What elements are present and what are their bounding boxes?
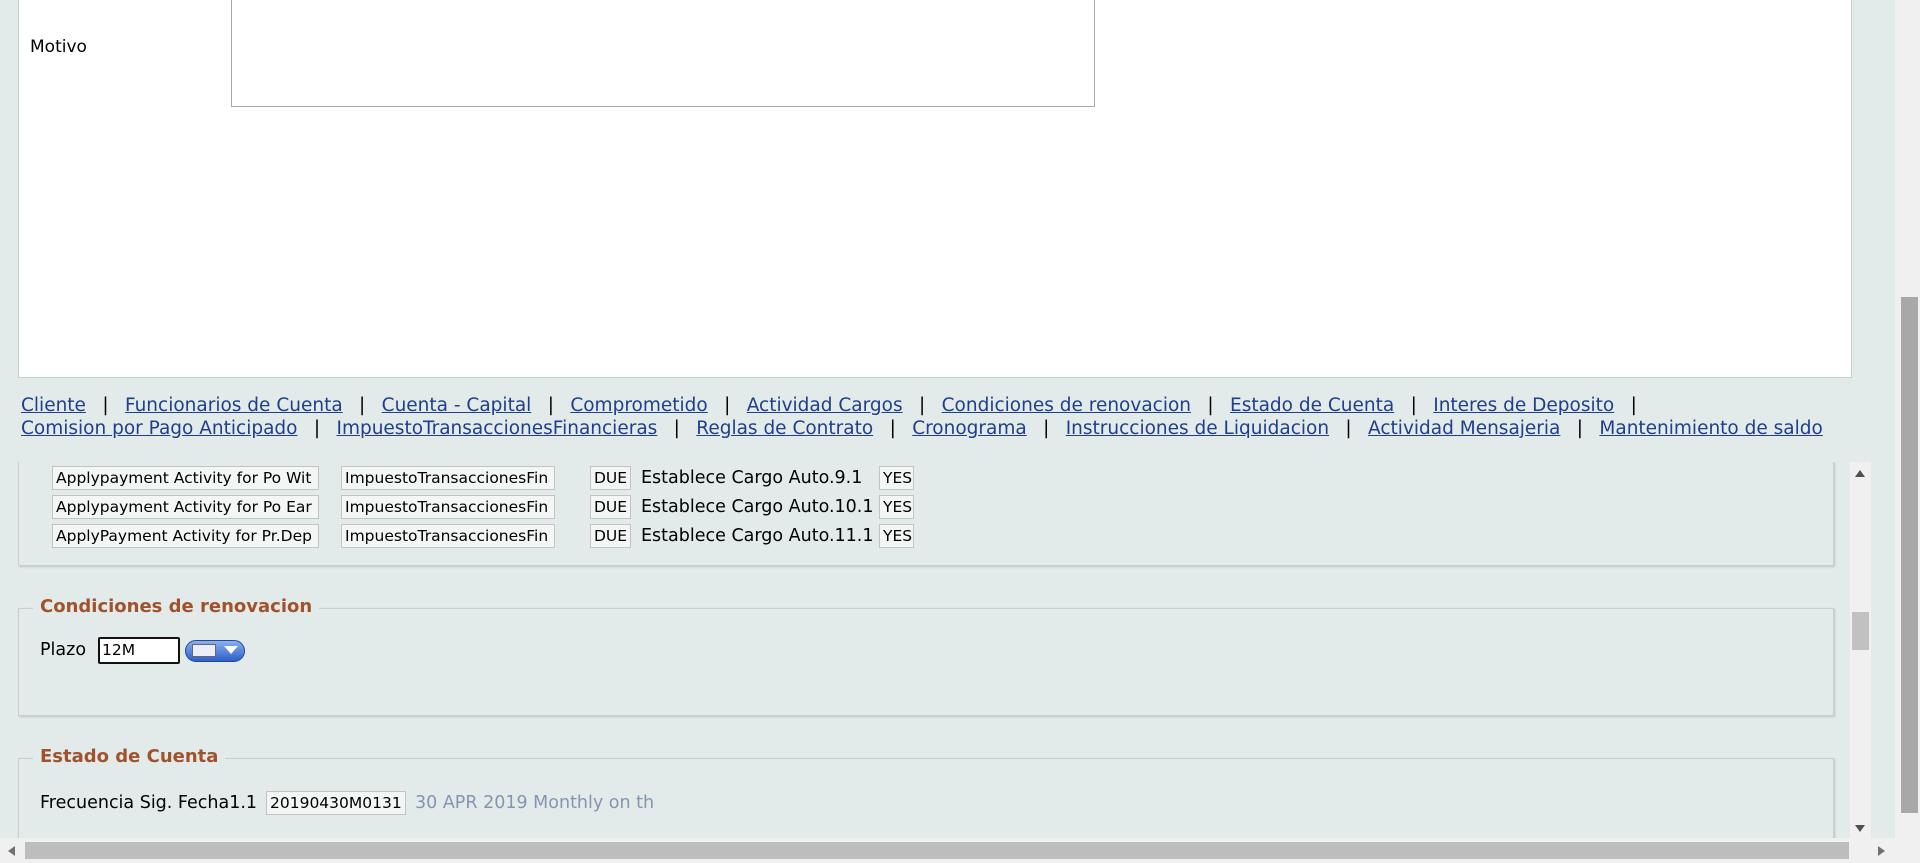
nav-link-estado-cuenta[interactable]: Estado de Cuenta — [1230, 395, 1394, 416]
fee-flag-field[interactable]: YES — [879, 495, 914, 519]
fee-status-field[interactable]: DUE — [590, 466, 631, 490]
fee-cargo-label: Establece Cargo Auto.10.1 — [641, 497, 874, 517]
nav-separator: | — [1630, 395, 1637, 416]
nav-separator: | — [1345, 418, 1352, 439]
inner-vertical-scrollbar[interactable] — [1850, 462, 1871, 838]
fee-status-field[interactable]: DUE — [590, 495, 631, 519]
scroll-up-icon[interactable] — [1855, 470, 1865, 477]
horizontal-scroll-thumb[interactable] — [25, 842, 1849, 859]
nav-link-impuesto[interactable]: ImpuestoTransaccionesFinancieras — [336, 418, 657, 439]
scroll-content: Applypayment Activity for Po Wit Impuest… — [18, 462, 1873, 838]
nav-separator: | — [673, 418, 680, 439]
estado-fieldset: Estado de Cuenta Frecuencia Sig. Fecha1.… — [18, 746, 1834, 838]
nav-link-interes-deposito[interactable]: Interes de Deposito — [1433, 395, 1614, 416]
nav-link-cronograma[interactable]: Cronograma — [912, 418, 1027, 439]
nav-separator: | — [919, 395, 926, 416]
fee-tax-field[interactable]: ImpuestoTransaccionesFin — [341, 466, 555, 490]
nav-link-instrucciones[interactable]: Instrucciones de Liquidacion — [1066, 418, 1329, 439]
fee-activity-field[interactable]: ApplyPayment Activity for Pr.Dep — [52, 524, 319, 548]
estado-legend: Estado de Cuenta — [33, 746, 226, 767]
nav-separator: | — [724, 395, 731, 416]
nav-separator: | — [1043, 418, 1050, 439]
nav-separator: | — [313, 418, 321, 439]
page-vertical-scrollbar[interactable] — [1895, 0, 1920, 863]
fee-cargo-label: Establece Cargo Auto.9.1 — [641, 468, 863, 488]
motivo-textarea[interactable] — [231, 0, 1095, 107]
scroll-down-icon[interactable] — [1855, 825, 1865, 832]
fee-cargo-label: Establece Cargo Auto.11.1 — [641, 526, 874, 546]
fee-flag-field[interactable]: YES — [879, 466, 914, 490]
calendar-dropdown-icon[interactable] — [185, 640, 245, 662]
nav-separator: | — [102, 395, 109, 416]
section-nav: Cliente | Funcionarios de Cuenta | Cuenta - … — [21, 394, 1851, 440]
chevron-down-icon — [224, 646, 238, 654]
nav-link-comision[interactable]: Comision por Pago Anticipado — [21, 418, 297, 439]
nav-link-funcionarios[interactable]: Funcionarios de Cuenta — [125, 395, 343, 416]
plazo-label: Plazo — [40, 640, 87, 660]
motivo-panel: Motivo — [18, 0, 1852, 378]
frecuencia-description: 30 APR 2019 Monthly on th — [415, 793, 655, 813]
calendar-icon — [192, 644, 216, 657]
nav-separator: | — [547, 395, 554, 416]
nav-link-actividad-cargos[interactable]: Actividad Cargos — [747, 395, 903, 416]
fee-status-field[interactable]: DUE — [590, 524, 631, 548]
fee-activity-field[interactable]: Applypayment Activity for Po Ear — [52, 495, 319, 519]
nav-link-mensajeria[interactable]: Actividad Mensajeria — [1368, 418, 1560, 439]
nav-link-comprometido[interactable]: Comprometido — [570, 395, 707, 416]
nav-separator: | — [1207, 395, 1214, 416]
fees-section: Applypayment Activity for Po Wit Impuest… — [18, 462, 1834, 566]
nav-link-reglas[interactable]: Reglas de Contrato — [696, 418, 873, 439]
nav-separator: | — [359, 395, 366, 416]
plazo-input[interactable]: 12M — [98, 637, 180, 664]
frecuencia-input[interactable]: 20190430M0131 — [266, 791, 406, 815]
nav-link-cliente[interactable]: Cliente — [21, 395, 86, 416]
renovacion-fieldset: Condiciones de renovacion Plazo 12M — [18, 596, 1834, 716]
nav-separator: | — [889, 418, 896, 439]
scroll-left-icon[interactable] — [8, 846, 15, 856]
fee-activity-field[interactable]: Applypayment Activity for Po Wit — [52, 466, 319, 490]
nav-separator: | — [1576, 418, 1583, 439]
frecuencia-label: Frecuencia Sig. Fecha1.1 — [40, 793, 258, 813]
motivo-label: Motivo — [30, 37, 87, 57]
nav-link-condiciones[interactable]: Condiciones de renovacion — [942, 395, 1191, 416]
renovacion-legend: Condiciones de renovacion — [33, 596, 320, 617]
fee-tax-field[interactable]: ImpuestoTransaccionesFin — [341, 524, 555, 548]
fee-flag-field[interactable]: YES — [879, 524, 914, 548]
horizontal-scrollbar[interactable] — [0, 838, 1895, 863]
nav-separator: | — [1410, 395, 1417, 416]
nav-link-cuenta-capital[interactable]: Cuenta - Capital — [382, 395, 532, 416]
fee-tax-field[interactable]: ImpuestoTransaccionesFin — [341, 495, 555, 519]
page-scroll-thumb[interactable] — [1901, 297, 1918, 813]
inner-scroll-thumb[interactable] — [1852, 612, 1869, 650]
scroll-right-icon[interactable] — [1878, 846, 1885, 856]
nav-link-mantenimiento[interactable]: Mantenimiento de saldo — [1599, 418, 1822, 439]
